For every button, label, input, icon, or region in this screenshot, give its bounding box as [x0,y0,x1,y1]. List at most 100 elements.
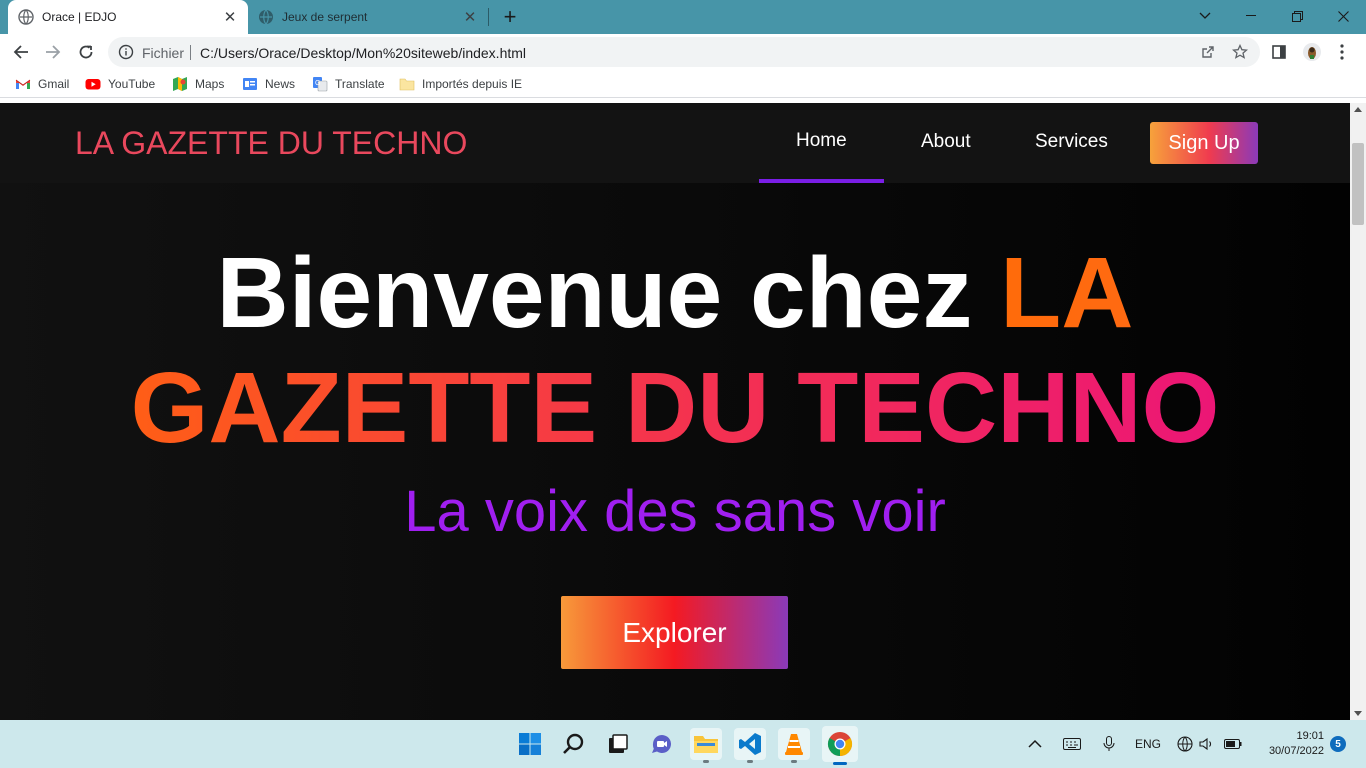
microphone-button[interactable] [1103,720,1115,768]
bookmark-label: Gmail [38,77,70,91]
more-vert-icon [1340,44,1344,60]
language-indicator[interactable]: ENG [1135,720,1161,768]
explore-button[interactable]: Explorer [561,596,788,669]
battery-button[interactable] [1224,720,1242,768]
address-separator [190,45,191,60]
start-icon [519,733,541,755]
file-explorer-button[interactable] [690,728,722,763]
restore-icon [1291,10,1303,22]
system-clock[interactable]: 19:01 30/07/2022 [1252,729,1324,759]
bookmark-maps[interactable]: Maps [172,76,224,92]
vscode-icon [739,733,761,755]
minimize-button[interactable] [1228,0,1274,32]
tray-overflow-button[interactable] [1028,720,1042,768]
signup-button[interactable]: Sign Up [1150,122,1258,164]
close-icon [1337,10,1349,22]
chrome-icon [827,732,853,756]
close-tab-icon[interactable]: ✕ [222,9,238,26]
running-indicator [747,760,753,763]
reload-button[interactable] [74,40,98,64]
vlc-button[interactable] [778,728,810,763]
close-window-button[interactable] [1320,0,1366,32]
bookmark-label: Maps [195,77,225,91]
running-indicator [791,760,797,763]
tab-jeux-de-serpent[interactable]: Jeux de serpent ✕ [248,0,488,34]
bookmark-star-icon[interactable] [1232,44,1248,60]
globe-icon [259,9,273,25]
hero-title: Bienvenue chez LA GAZETTE DU TECHNO [0,236,1350,466]
bookmark-youtube[interactable]: YouTube [85,76,155,92]
speaker-icon [1199,737,1212,751]
bookmark-gmail[interactable]: Gmail [15,76,69,92]
nav-services-link[interactable]: Services [1035,131,1108,153]
avatar-icon [1303,43,1321,61]
tab-search-button[interactable] [1182,0,1228,32]
bookmark-translate[interactable]: G Translate [312,76,385,92]
scroll-up-arrow-icon[interactable] [1354,107,1362,112]
forward-button[interactable] [41,40,65,64]
browser-toolbar: Fichier C:/Users/Orace/Desktop/Mon%20sit… [0,34,1366,70]
keyboard-button[interactable] [1063,720,1081,768]
page-viewport: LA GAZETTE DU TECHNO Home About Services… [0,103,1350,720]
clock-date: 30/07/2022 [1268,745,1324,757]
scroll-down-arrow-icon[interactable] [1354,711,1362,716]
bookmark-label: News [265,77,296,91]
menu-button[interactable] [1330,40,1354,64]
notification-badge[interactable]: 5 [1330,736,1346,752]
translate-icon: G [313,77,328,92]
address-bar[interactable]: Fichier C:/Users/Orace/Desktop/Mon%20sit… [108,37,1260,67]
site-navbar: LA GAZETTE DU TECHNO Home About Services… [0,103,1350,183]
tab-orace-edjo[interactable]: Orace | EDJO ✕ [8,0,248,34]
nav-home-link[interactable]: Home [796,130,847,152]
reload-icon [79,45,93,59]
news-icon [243,78,257,90]
globe-icon [18,9,34,25]
bookmarks-bar: Gmail YouTube Maps News G Translate Impo… [0,70,1366,98]
globe-network-icon [1177,736,1193,752]
clock-time: 19:01 [1296,730,1324,742]
maps-icon [173,77,187,91]
bookmark-label: Importés depuis IE [422,77,523,91]
file-explorer-icon [694,736,718,753]
restore-button[interactable] [1274,0,1320,32]
task-view-button[interactable] [602,728,634,760]
gmail-icon [15,79,31,89]
side-panel-button[interactable] [1267,40,1291,64]
profile-button[interactable] [1300,40,1324,64]
chat-button[interactable] [646,728,678,760]
side-panel-icon [1272,45,1286,59]
volume-button[interactable] [1199,720,1215,768]
bookmark-news[interactable]: News [242,76,295,92]
taskbar-search-button[interactable] [558,728,590,760]
windows-taskbar: ENG 19:01 30/07/2022 5 [0,720,1366,768]
bookmark-label: YouTube [108,77,156,91]
site-brand[interactable]: LA GAZETTE DU TECHNO [75,125,467,162]
chevron-down-icon [1199,12,1211,19]
url-text[interactable]: C:/Users/Orace/Desktop/Mon%20siteweb/ind… [200,45,526,61]
vscode-button[interactable] [734,728,766,763]
svg-text:G: G [315,80,320,87]
chrome-button[interactable] [822,726,858,765]
forward-arrow-icon [46,45,61,59]
start-button[interactable] [514,728,546,760]
battery-icon [1224,739,1242,749]
share-icon[interactable] [1200,44,1216,60]
minimize-icon [1246,15,1256,16]
page-scrollbar[interactable] [1350,103,1366,720]
nav-about-link[interactable]: About [921,131,971,153]
close-tab-icon[interactable]: ✕ [462,9,478,26]
task-view-icon [609,734,628,753]
browser-tab-strip: Orace | EDJO ✕ Jeux de serpent ✕ + [0,0,1366,34]
new-tab-button[interactable]: + [498,4,522,29]
scrollbar-thumb[interactable] [1352,143,1364,225]
bookmark-folder-ie[interactable]: Importés depuis IE [399,76,522,92]
tab-title: Orace | EDJO [42,10,117,24]
back-button[interactable] [9,40,33,64]
info-icon[interactable] [118,44,134,60]
back-arrow-icon [13,45,28,59]
vlc-icon [785,734,803,755]
scheme-label: Fichier [142,45,185,61]
folder-icon [399,78,415,91]
network-button[interactable] [1177,720,1193,768]
hero-title-gazette: GAZETTE DU TECHNO [130,352,1220,464]
